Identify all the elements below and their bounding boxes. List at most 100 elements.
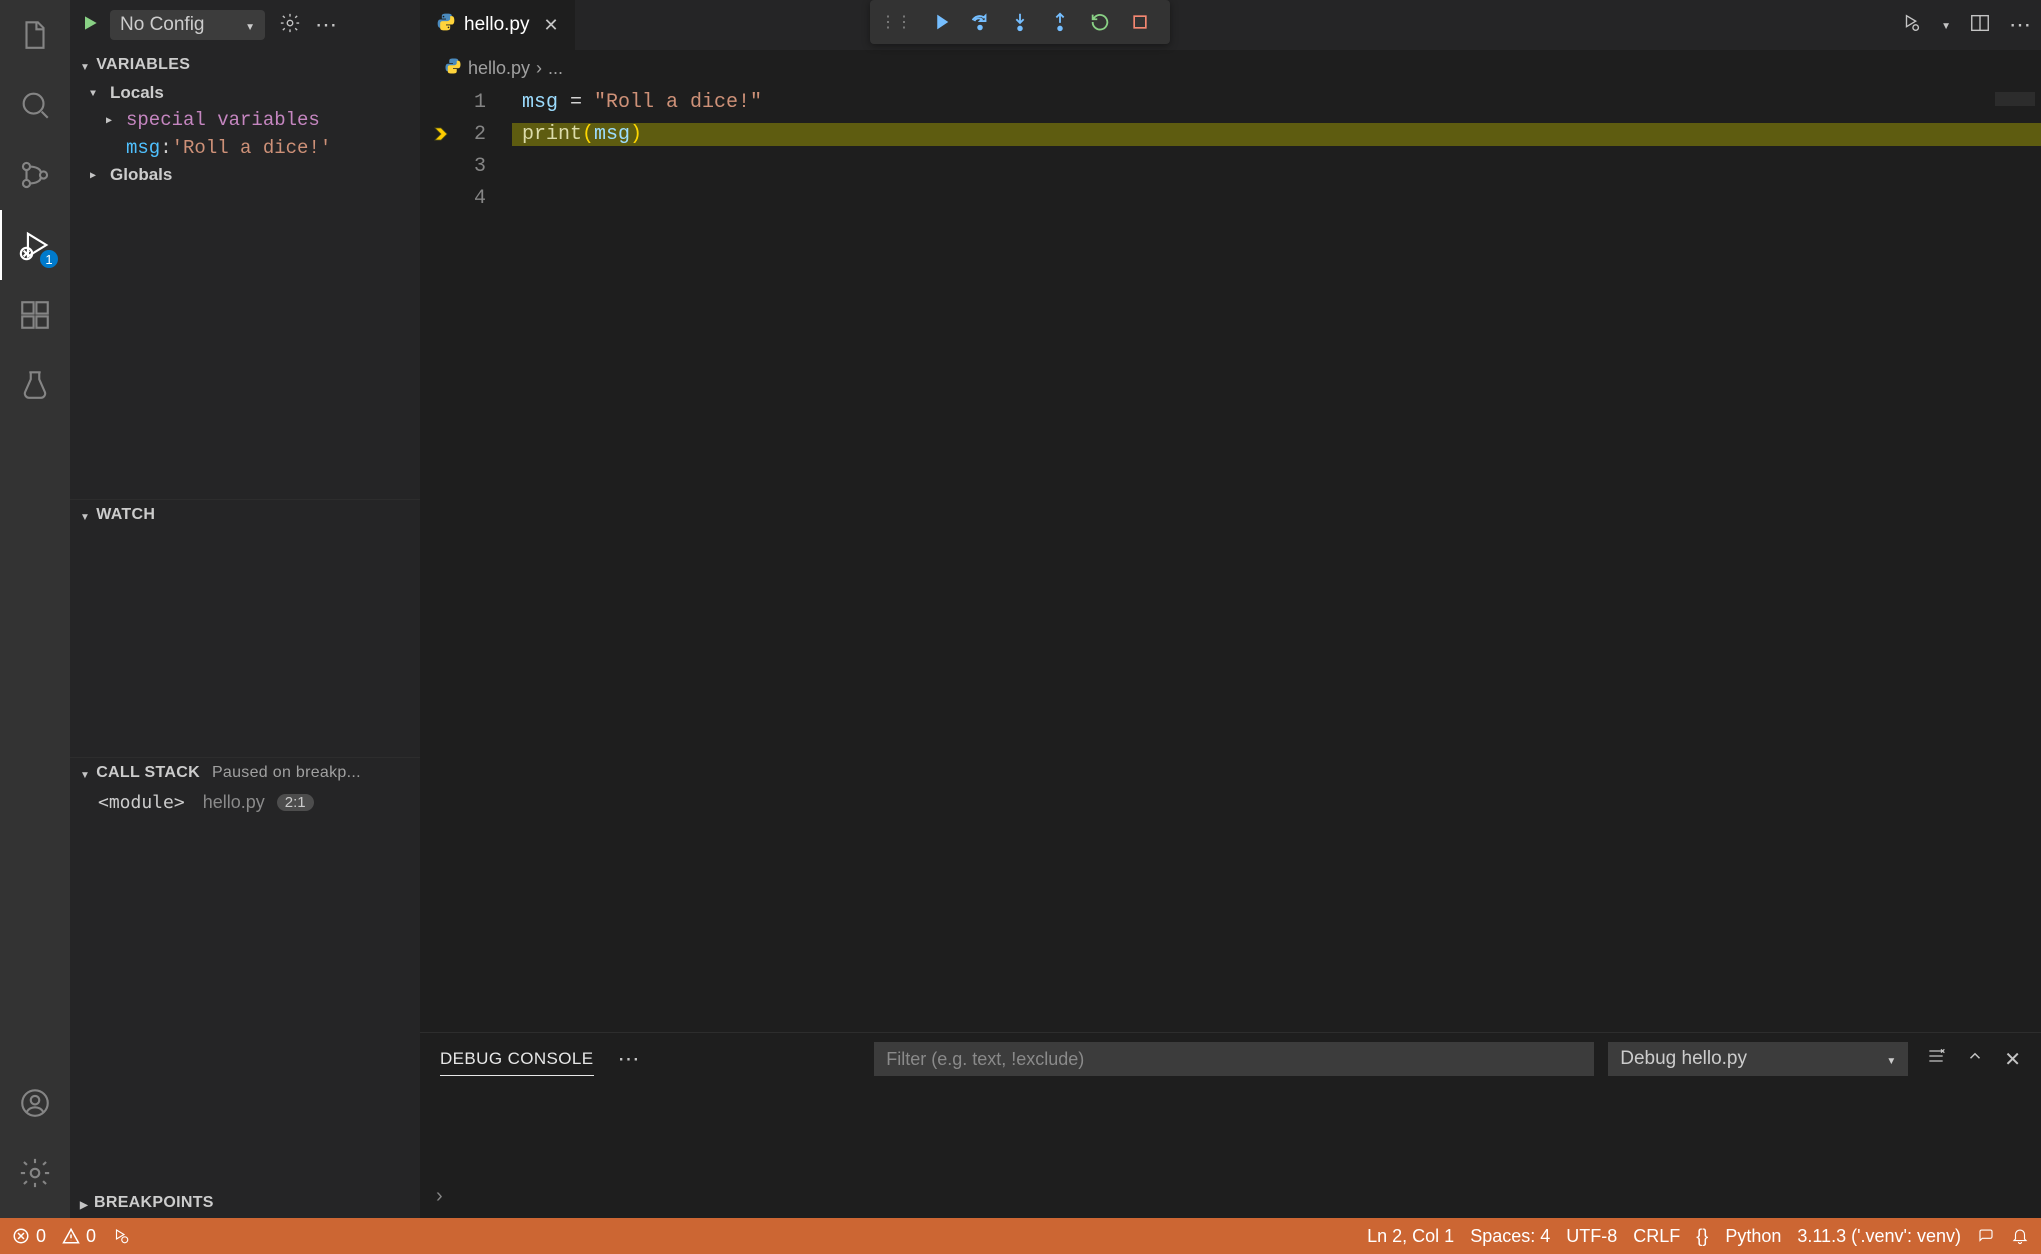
- close-panel-icon[interactable]: ✕: [2004, 1047, 2021, 1072]
- status-debug-indicator[interactable]: [112, 1227, 130, 1245]
- tab-bar: hello.py ✕ ⋯: [420, 0, 2041, 50]
- line-number: 3: [462, 155, 512, 178]
- chevron-down-icon[interactable]: [1941, 16, 1951, 34]
- watch-header[interactable]: WATCH: [70, 500, 420, 530]
- tab-label: hello.py: [464, 14, 530, 36]
- step-out-button[interactable]: [1044, 6, 1076, 38]
- continue-button[interactable]: [924, 6, 956, 38]
- breadcrumb-file: hello.py: [468, 58, 530, 79]
- chevron-down-icon: [90, 85, 104, 101]
- chevron-right-icon: [80, 1195, 88, 1211]
- chevron-down-icon: [80, 57, 90, 73]
- activity-accounts-icon[interactable]: [0, 1068, 70, 1138]
- var-sep: :: [160, 137, 171, 159]
- activity-explorer-icon[interactable]: [0, 0, 70, 70]
- lang-label: Python: [1725, 1226, 1781, 1247]
- code-line[interactable]: 3: [420, 150, 2041, 182]
- variables-title: VARIABLES: [96, 56, 190, 74]
- activity-search-icon[interactable]: [0, 70, 70, 140]
- scope-locals[interactable]: Locals: [70, 80, 420, 106]
- frame-position: 2:1: [277, 794, 314, 811]
- line-content[interactable]: msg = "Roll a dice!": [512, 91, 2041, 114]
- run-debug-dropdown-icon[interactable]: [1901, 12, 1923, 39]
- debug-console-tab[interactable]: DEBUG CONSOLE: [440, 1043, 594, 1076]
- callstack-frame[interactable]: <module> hello.py 2:1: [70, 788, 420, 817]
- activity-extensions-icon[interactable]: [0, 280, 70, 350]
- code-line[interactable]: 4: [420, 182, 2041, 214]
- special-variables-group[interactable]: special variables: [70, 106, 420, 134]
- status-warnings[interactable]: 0: [62, 1226, 96, 1247]
- debug-badge: 1: [40, 250, 58, 268]
- line-content[interactable]: print(msg): [512, 123, 2041, 146]
- more-actions-icon[interactable]: ⋯: [315, 12, 337, 38]
- debug-config-select[interactable]: No Config: [110, 10, 265, 40]
- collapse-icon[interactable]: [1966, 1047, 1984, 1071]
- stop-button[interactable]: [1124, 6, 1156, 38]
- editor-area: hello.py ✕ ⋯ ⋮⋮: [420, 0, 2041, 1218]
- frame-file: hello.py: [203, 792, 265, 813]
- status-encoding[interactable]: UTF-8: [1566, 1226, 1617, 1247]
- start-debug-icon[interactable]: [80, 13, 100, 38]
- callstack-section: CALL STACK Paused on breakp... <module> …: [70, 758, 420, 1188]
- scope-label: Locals: [110, 83, 164, 103]
- line-number: 1: [462, 91, 512, 114]
- tab-hello[interactable]: hello.py ✕: [420, 0, 576, 50]
- activity-testing-icon[interactable]: [0, 350, 70, 420]
- close-icon[interactable]: ✕: [544, 15, 559, 36]
- scope-globals[interactable]: Globals: [70, 162, 420, 188]
- python-file-icon: [444, 57, 462, 80]
- variable-msg[interactable]: msg: 'Roll a dice!': [70, 134, 420, 162]
- code-line[interactable]: 2print(msg): [420, 118, 2041, 150]
- restart-button[interactable]: [1084, 6, 1116, 38]
- chevron-down-icon: [80, 507, 90, 523]
- breadcrumb-rest: ...: [548, 58, 563, 79]
- code-editor[interactable]: 1msg = "Roll a dice!"2print(msg)34: [420, 86, 2041, 1032]
- status-cursor[interactable]: Ln 2, Col 1: [1367, 1226, 1454, 1247]
- panel-header: DEBUG CONSOLE ⋯ Debug hello.py ✕: [420, 1033, 2041, 1085]
- drag-handle-icon[interactable]: ⋮⋮: [880, 12, 912, 32]
- repl-input-row[interactable]: ›: [420, 1174, 2041, 1218]
- more-actions-icon[interactable]: ⋯: [2009, 12, 2031, 38]
- debug-config-bar: No Config ⋯: [70, 0, 420, 50]
- var-name: msg: [126, 137, 160, 159]
- console-filter-input[interactable]: [874, 1042, 1594, 1076]
- status-errors[interactable]: 0: [12, 1226, 46, 1247]
- python-file-icon: [436, 12, 456, 38]
- debug-target-select[interactable]: Debug hello.py: [1608, 1042, 1908, 1076]
- line-number: 4: [462, 187, 512, 210]
- callstack-title: CALL STACK: [96, 764, 200, 782]
- more-tabs-icon[interactable]: ⋯: [618, 1046, 640, 1072]
- step-over-button[interactable]: [964, 6, 996, 38]
- activity-run-debug-icon[interactable]: 1: [0, 210, 70, 280]
- line-number: 2: [462, 123, 512, 146]
- split-editor-icon[interactable]: [1969, 12, 1991, 39]
- status-spaces[interactable]: Spaces: 4: [1470, 1226, 1550, 1247]
- breakpoints-title: BREAKPOINTS: [94, 1194, 214, 1212]
- step-into-button[interactable]: [1004, 6, 1036, 38]
- special-vars-label: special variables: [126, 109, 320, 131]
- breakpoints-section: BREAKPOINTS: [70, 1188, 420, 1218]
- activity-bar: 1: [0, 0, 70, 1218]
- callstack-header[interactable]: CALL STACK Paused on breakp...: [70, 758, 420, 788]
- code-line[interactable]: 1msg = "Roll a dice!": [420, 86, 2041, 118]
- minimap[interactable]: [1985, 86, 2041, 1032]
- gear-icon[interactable]: [279, 12, 301, 39]
- variables-header[interactable]: VARIABLES: [70, 50, 420, 80]
- variables-section: VARIABLES Locals special variables msg: …: [70, 50, 420, 500]
- chevron-down-icon: [1886, 1048, 1896, 1070]
- status-lang[interactable]: {} Python: [1696, 1226, 1781, 1247]
- activity-source-control-icon[interactable]: [0, 140, 70, 210]
- breadcrumb[interactable]: hello.py › ...: [420, 50, 2041, 86]
- status-interpreter[interactable]: 3.11.3 ('.venv': venv): [1797, 1226, 1961, 1247]
- breakpoints-header[interactable]: BREAKPOINTS: [70, 1188, 420, 1218]
- status-feedback-icon[interactable]: [1977, 1227, 1995, 1245]
- scope-label: Globals: [110, 165, 172, 185]
- bottom-panel: DEBUG CONSOLE ⋯ Debug hello.py ✕: [420, 1032, 2041, 1218]
- gutter-glyph[interactable]: [420, 125, 462, 143]
- status-bell-icon[interactable]: [2011, 1227, 2029, 1245]
- status-eol[interactable]: CRLF: [1633, 1226, 1680, 1247]
- activity-manage-icon[interactable]: [0, 1138, 70, 1208]
- clear-console-icon[interactable]: [1926, 1046, 1946, 1072]
- chevron-right-icon: [106, 112, 120, 128]
- var-value: 'Roll a dice!': [172, 137, 332, 159]
